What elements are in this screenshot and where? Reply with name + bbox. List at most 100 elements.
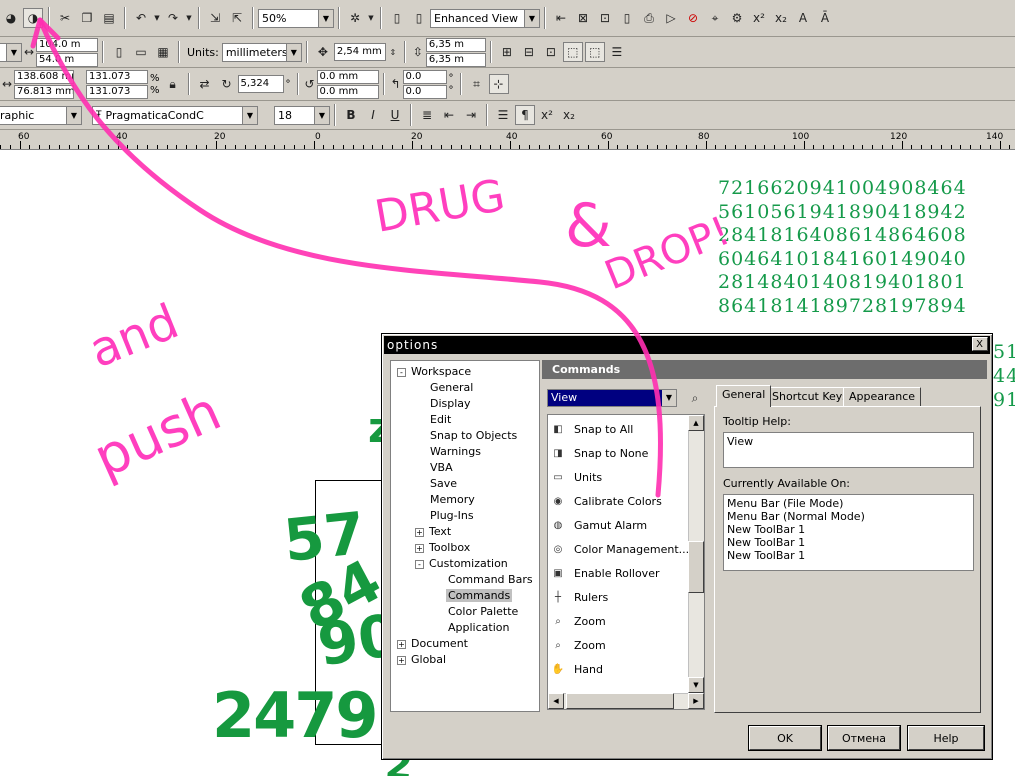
font-size-combo[interactable]: 18 ▼ — [274, 105, 330, 125]
tree-node-document[interactable]: + Document — [391, 636, 539, 652]
tree-node-commands[interactable]: Commands — [391, 588, 539, 604]
duplicate-x-field[interactable]: 6,35 m — [425, 37, 486, 52]
chevron-down-icon[interactable]: ▼ — [662, 390, 676, 406]
command-item[interactable]: ◉ Calibrate Colors — [550, 490, 662, 512]
height-field[interactable]: 54.0 m — [36, 52, 98, 67]
page-setup-icon[interactable]: ▯ — [409, 8, 429, 28]
chevron-down-icon[interactable]: ▼ — [242, 105, 258, 125]
command-item[interactable]: ┼ Rulers — [550, 586, 608, 608]
vertical-scrollbar[interactable]: ▲ ▼ — [688, 415, 704, 693]
lock-ratio-icon[interactable]: 🔒︎ — [163, 74, 183, 94]
offset-y-field[interactable]: 0.0 mm — [316, 84, 379, 99]
command-item[interactable]: ◧ Snap to All — [550, 418, 633, 440]
application-launcher-icon[interactable]: ✲ — [345, 8, 365, 28]
tooltip-help-field[interactable]: View — [723, 432, 974, 468]
decrease-indent-icon[interactable]: ⇤ — [439, 105, 459, 125]
snap-to-objects-icon[interactable]: ⚙ — [727, 8, 747, 28]
tree-node-edit[interactable]: Edit — [391, 412, 539, 428]
scroll-thumb[interactable] — [688, 541, 704, 593]
nudge-field[interactable]: 2,54 mm — [333, 43, 386, 61]
expand-icon[interactable]: + — [397, 640, 406, 649]
print-icon[interactable]: ⎙ — [639, 8, 659, 28]
duplicate-y-field[interactable]: 6,35 m — [425, 52, 486, 67]
number-row[interactable]: 8641814189728197894 — [718, 295, 967, 317]
units-combo[interactable]: millimeters ▼ — [221, 42, 302, 62]
color-wheel-icon[interactable]: ◕ — [1, 8, 21, 28]
increase-indent-icon[interactable]: ⇥ — [461, 105, 481, 125]
redo-icon[interactable]: ↷ — [163, 8, 183, 28]
subscript-icon[interactable]: x₂ — [559, 105, 579, 125]
cut-icon[interactable]: ✂ — [55, 8, 75, 28]
offset-x-field[interactable]: 0.0 mm — [316, 69, 379, 84]
color-dropper-icon[interactable]: ◑ — [23, 8, 43, 28]
tree-node-vba[interactable]: VBA — [391, 460, 539, 476]
close-icon[interactable]: X — [972, 337, 988, 351]
options-list-icon[interactable]: ☰ — [607, 42, 627, 62]
redo-dropdown-icon[interactable]: ▼ — [185, 8, 193, 28]
new-page-icon[interactable]: ▯ — [387, 8, 407, 28]
command-item[interactable]: ✋ Hand — [550, 658, 603, 680]
command-item[interactable]: ◍ Gamut Alarm — [550, 514, 648, 536]
paste-icon[interactable]: ▤ — [99, 8, 119, 28]
number-row[interactable]: 2814840140819401801 — [718, 271, 967, 293]
prev-page-icon[interactable]: ⊠ — [573, 8, 593, 28]
edit-across-layers-icon[interactable]: ⬚ — [584, 42, 605, 62]
scale-y-field[interactable]: 131.073 — [86, 84, 148, 99]
paragraph-icon[interactable]: ¶ — [515, 105, 535, 125]
snap-objects-icon[interactable]: ⊡ — [541, 42, 561, 62]
tree-node-memory[interactable]: Memory — [391, 492, 539, 508]
tree-node-snap-to-objects[interactable]: Snap to Objects — [391, 428, 539, 444]
font-size-up-icon[interactable]: A — [793, 8, 813, 28]
tree-node-general[interactable]: General — [391, 380, 539, 396]
bullets-icon[interactable]: ☰ — [493, 105, 513, 125]
nudge-spinner-icon[interactable]: ⇕ — [387, 42, 399, 62]
number-row[interactable]: 2841816408614864608 — [718, 224, 967, 246]
command-item[interactable]: ◨ Snap to None — [550, 442, 648, 464]
rotation-angle-field[interactable]: 5,324 — [237, 75, 284, 93]
number-row[interactable]: 6046410184160149040 — [718, 248, 967, 270]
chevron-down-icon[interactable]: ▼ — [285, 42, 302, 62]
font-size-down-icon[interactable]: Ā — [815, 8, 835, 28]
scroll-up-icon[interactable]: ▲ — [688, 415, 704, 431]
view-mode-combo[interactable]: Enhanced View ▼ — [430, 8, 540, 28]
chevron-down-icon[interactable]: ▼ — [314, 105, 330, 125]
tree-node-warnings[interactable]: Warnings — [391, 444, 539, 460]
tree-node-color-palette[interactable]: Color Palette — [391, 604, 539, 620]
tree-node-global[interactable]: + Global — [391, 652, 539, 668]
cancel-icon[interactable]: ⊘ — [683, 8, 703, 28]
insert-page-icon[interactable]: ▯ — [617, 8, 637, 28]
help-button[interactable]: Help — [907, 725, 985, 751]
ok-button[interactable]: OK — [748, 725, 822, 751]
subscript-icon[interactable]: x₂ — [771, 8, 791, 28]
superscript-icon[interactable]: x² — [537, 105, 557, 125]
copy-icon[interactable]: ❐ — [77, 8, 97, 28]
snap-grid-icon[interactable]: ⊞ — [497, 42, 517, 62]
horizontal-scrollbar[interactable]: ◀ ▶ — [548, 693, 704, 709]
scroll-down-icon[interactable]: ▼ — [688, 677, 704, 693]
collapse-icon[interactable]: - — [397, 368, 406, 377]
import-icon[interactable]: ⇲ — [205, 8, 225, 28]
command-item[interactable]: ⌕ Zoom — [550, 634, 606, 656]
scale-x-field[interactable]: 131.073 — [86, 69, 148, 84]
mirror-icon[interactable]: ⇄ — [195, 74, 215, 94]
tree-node-workspace[interactable]: - Workspace — [391, 364, 539, 380]
text-type-combo[interactable]: raphic ▼ — [0, 105, 82, 125]
scroll-left-icon[interactable]: ◀ — [548, 693, 564, 709]
available-on-list[interactable]: Menu Bar (File Mode) Menu Bar (Normal Mo… — [723, 494, 974, 571]
chevron-down-icon[interactable]: ▼ — [6, 42, 22, 62]
find-command-icon[interactable]: ⌕ — [684, 388, 706, 408]
underline-icon[interactable]: U — [385, 105, 405, 125]
undo-dropdown-icon[interactable]: ▼ — [153, 8, 161, 28]
collapse-icon[interactable]: - — [415, 560, 424, 569]
italic-icon[interactable]: I — [363, 105, 383, 125]
chevron-down-icon[interactable]: ▼ — [524, 8, 540, 28]
zoom-level-combo[interactable]: 50% ▼ — [258, 8, 334, 28]
command-category-combo[interactable]: View ▼ — [547, 389, 677, 407]
expand-icon[interactable]: + — [397, 656, 406, 665]
first-page-icon[interactable]: ⇤ — [551, 8, 571, 28]
bold-icon[interactable]: B — [341, 105, 361, 125]
export-icon[interactable]: ⇱ — [227, 8, 247, 28]
y-position-field[interactable]: 76.813 mm — [14, 84, 74, 99]
page-layout-icon[interactable]: ▦ — [153, 42, 173, 62]
font-combo[interactable]: Ŧ PragmaticaCondC ▼ — [92, 105, 258, 125]
